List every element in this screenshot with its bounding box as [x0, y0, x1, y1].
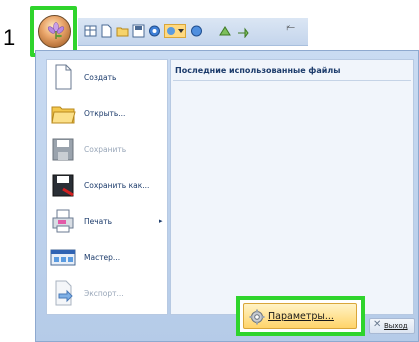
redo-icon[interactable]	[218, 24, 231, 38]
submenu-arrow-icon: ▸	[159, 217, 163, 225]
table-icon[interactable]	[84, 24, 97, 38]
menu-item-new[interactable]: Создать	[47, 61, 167, 95]
new-document-icon	[55, 64, 72, 90]
open-folder-icon[interactable]	[116, 24, 129, 38]
menu-item-save-as[interactable]: Сохранить как...	[47, 169, 167, 203]
undo-icon[interactable]	[190, 24, 203, 38]
menu-item-label: Создать	[84, 73, 117, 82]
menu-item-open[interactable]: Открыть...	[47, 97, 167, 131]
menu-item-save[interactable]: Сохранить	[47, 133, 167, 167]
recent-files-panel: Последние использованные файлы	[170, 59, 414, 315]
menu-item-label: Мастер...	[84, 253, 121, 262]
menu-item-label: Сохранить	[84, 145, 127, 154]
save-icon[interactable]	[132, 24, 145, 38]
printer-icon	[52, 209, 74, 233]
wizard-icon	[50, 249, 76, 266]
new-file-icon[interactable]	[100, 24, 113, 38]
application-orb	[38, 15, 71, 48]
menu-item-label: Сохранить как...	[84, 181, 150, 190]
divider	[173, 80, 411, 81]
redo-arrow-icon[interactable]	[236, 24, 249, 38]
menu-commands-list: Создать Открыть... Сохранить Сохранить к…	[46, 59, 168, 315]
menu-item-print[interactable]: Печать ▸	[47, 205, 167, 239]
flower-app-icon	[47, 22, 65, 39]
gear-icon	[249, 309, 265, 325]
save-disk-icon	[52, 138, 74, 161]
menu-item-label: Экспорт...	[84, 289, 124, 298]
options-button[interactable]: Параметры...	[243, 303, 357, 329]
export-icon	[55, 280, 73, 306]
recent-files-title: Последние использованные файлы	[175, 66, 341, 75]
step-number-1: 1	[3, 25, 16, 50]
close-icon: ✕	[373, 319, 382, 330]
quick-access-toolbar: ⥒	[78, 18, 308, 46]
exit-button[interactable]: ✕ Выход	[369, 318, 415, 334]
menu-item-label: Печать	[84, 217, 113, 226]
options-button-label: Параметры...	[268, 311, 334, 322]
menu-item-wizard[interactable]: Мастер...	[47, 241, 167, 275]
menu-item-export[interactable]: Экспорт...	[47, 277, 167, 311]
customize-toolbar-button[interactable]: ⥒	[286, 22, 295, 33]
menu-item-label: Открыть...	[84, 109, 126, 118]
dropdown-icon[interactable]	[164, 24, 186, 38]
exit-button-label: Выход	[384, 322, 408, 330]
settings-icon[interactable]	[148, 24, 161, 38]
save-as-icon	[52, 174, 74, 197]
open-folder-icon	[51, 106, 76, 124]
